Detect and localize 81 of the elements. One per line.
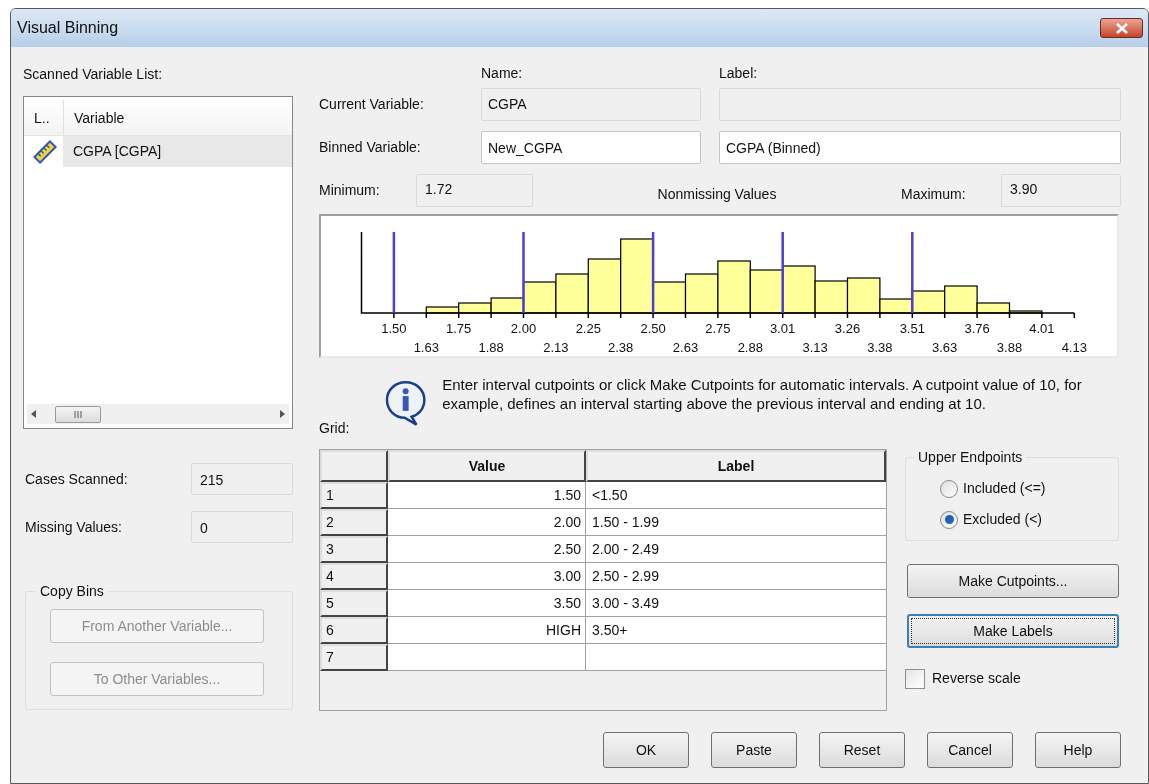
tick-label: 1.63	[413, 340, 439, 355]
field-label: Maximum:	[901, 185, 967, 204]
row-header: 7	[320, 644, 388, 671]
field-label: Binned Variable:	[319, 138, 422, 157]
radio-button[interactable]	[940, 479, 958, 498]
tick-label: 4.13	[1061, 340, 1087, 355]
row-header: 4	[320, 563, 388, 590]
histogram-title: Nonmissing Values	[656, 185, 778, 204]
scroll-thumb[interactable]	[55, 405, 101, 423]
checkbox[interactable]	[905, 668, 925, 689]
window-title: Visual Binning	[17, 18, 119, 38]
label-input[interactable]: CGPA (Binned)	[719, 131, 1121, 164]
dialog-button[interactable]: Paste	[711, 732, 797, 768]
column-header: Value	[388, 450, 586, 482]
tick-label: 3.76	[964, 321, 990, 336]
radio-label[interactable]: Included (<=)	[963, 478, 1046, 499]
instruction-text: Enter interval cutpoints or click Make Cutpoints for automatic intervals. A cutpoint value of 10, for example, defines an interval starting above the previous interval and ending at 10.	[442, 375, 1083, 414]
row-header: 1	[320, 482, 388, 509]
field-label: Current Variable:	[319, 95, 425, 114]
tick-label: 3.51	[899, 321, 925, 336]
dialog-button[interactable]: Help	[1035, 732, 1121, 768]
tick-label: 1.75	[446, 321, 472, 336]
close-button[interactable]	[1100, 18, 1143, 38]
info-icon	[384, 379, 427, 427]
row-header: 5	[320, 590, 388, 617]
column-label: Name:	[481, 64, 524, 83]
horizontal-scrollbar[interactable]	[27, 404, 289, 424]
tick-label: 2.00	[510, 321, 537, 336]
action-button[interactable]: Make Cutpoints...	[907, 564, 1119, 598]
histogram-bar	[717, 260, 751, 314]
tick-label: 2.88	[737, 340, 763, 355]
tick-label: 4.01	[1029, 321, 1055, 336]
radio-label[interactable]: Excluded (<)	[963, 509, 1042, 530]
tick-label: 2.13	[543, 340, 569, 355]
value-field: 1.72	[416, 174, 533, 207]
tick-label: 3.38	[867, 340, 893, 355]
tick-label: 3.26	[834, 321, 861, 336]
tick-label: 1.88	[478, 340, 504, 355]
name-input[interactable]: New_CGPA	[481, 131, 701, 164]
histogram-bar	[684, 273, 719, 314]
checkbox-label[interactable]: Reverse scale	[932, 668, 1021, 689]
histogram-bar	[587, 258, 622, 314]
cutpoint-line[interactable]	[392, 232, 396, 313]
histogram-bar	[555, 273, 589, 314]
dialog-button[interactable]: Reset	[819, 732, 905, 768]
dialog-button[interactable]: OK	[603, 732, 689, 768]
row-header: 3	[320, 536, 388, 563]
tick-label: 2.50	[640, 321, 666, 336]
field-label: Minimum:	[319, 181, 381, 200]
histogram-bar	[749, 269, 784, 314]
tick-label: 2.75	[705, 321, 731, 336]
list-item[interactable]: CGPA [CGPA]	[63, 136, 292, 167]
name-field: CGPA	[481, 88, 701, 121]
tick-label: 2.38	[608, 340, 634, 355]
list-label: Scanned Variable List:	[23, 65, 164, 83]
action-button[interactable]: Make Labels	[907, 614, 1119, 648]
tick-label: 3.01	[770, 321, 796, 336]
cutpoint-line[interactable]	[781, 232, 784, 313]
tick-label: 2.63	[672, 340, 699, 355]
grid-label: Grid:	[319, 419, 351, 437]
column-header[interactable]: L..	[24, 100, 64, 135]
cutpoint-line[interactable]	[651, 232, 655, 313]
row-header: 2	[320, 509, 388, 536]
column-header: Label	[586, 450, 886, 482]
tick-label: 3.63	[932, 340, 958, 355]
value-field: 0	[191, 511, 293, 543]
close-icon	[1115, 22, 1128, 34]
column-label: Label:	[719, 64, 759, 83]
tick-label: 1.50	[381, 321, 407, 336]
radio-button[interactable]	[940, 510, 958, 529]
tick-label: 2.25	[575, 321, 601, 336]
tick-label: 3.88	[996, 340, 1023, 355]
field-label: Cases Scanned:	[24, 469, 129, 489]
column-header[interactable]: Variable	[64, 100, 125, 135]
value-field: 3.90	[1001, 174, 1121, 207]
cutpoint-line[interactable]	[911, 232, 914, 313]
value-field: 215	[191, 463, 293, 495]
field-label: Missing Values:	[24, 517, 123, 537]
row-header: 6	[320, 617, 388, 644]
tick-label: 3.13	[802, 340, 828, 355]
dialog-button[interactable]: Cancel	[927, 732, 1013, 768]
